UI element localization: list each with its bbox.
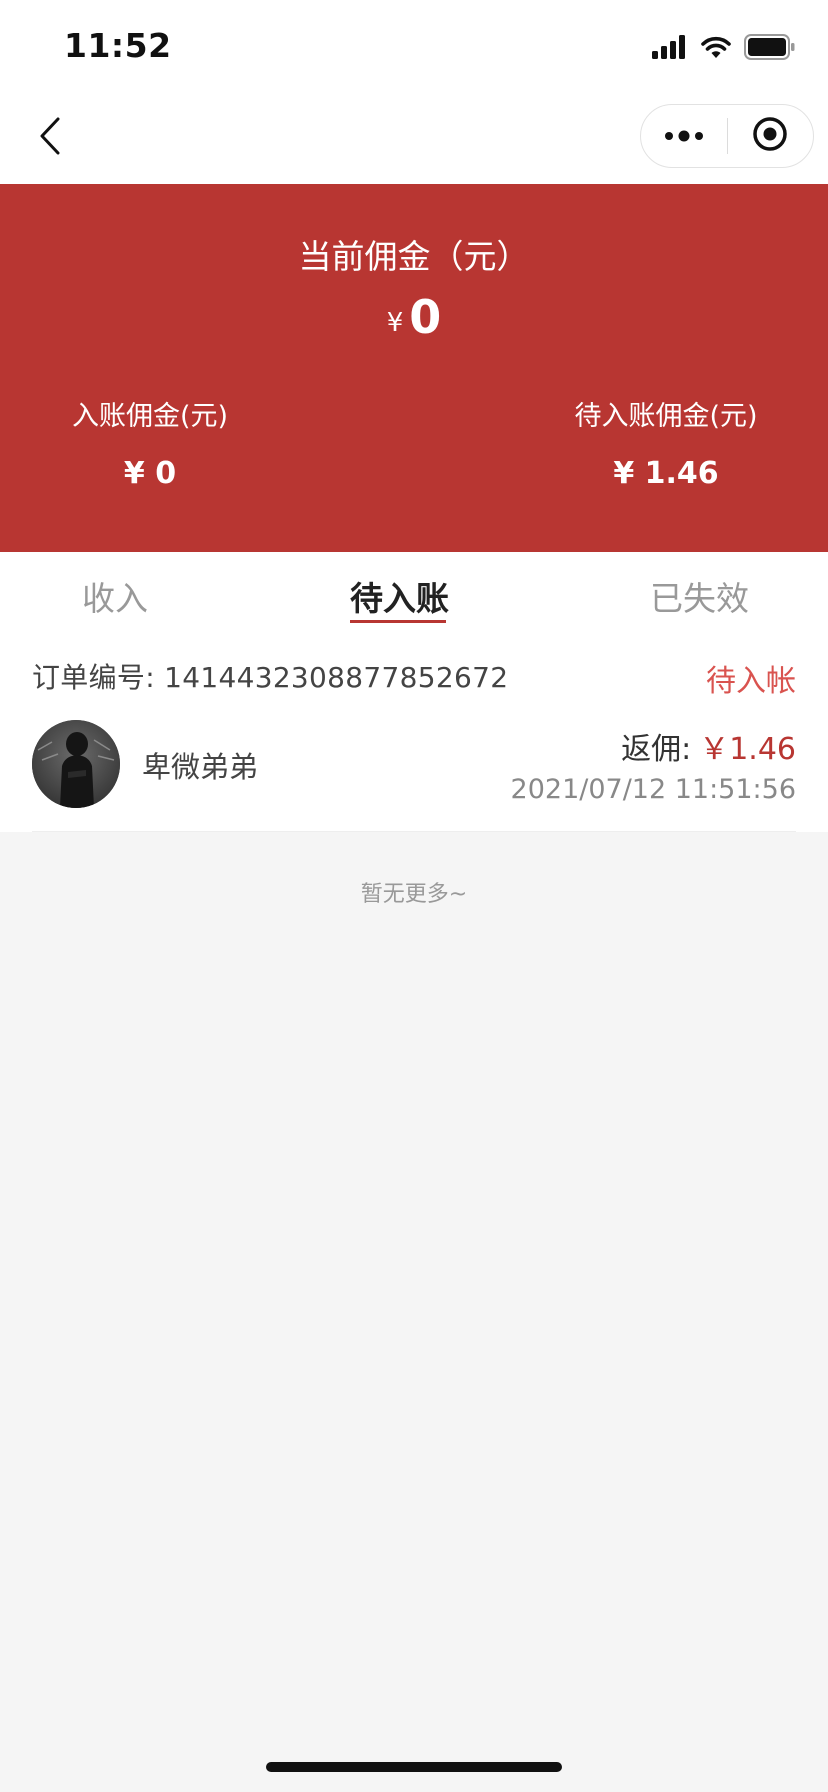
current-commission: ¥0 — [0, 290, 828, 344]
pending-commission-value: ¥ 1.46 — [613, 456, 719, 491]
status-icons — [652, 34, 796, 64]
rebate: 返佣: ￥1.46 — [621, 724, 796, 768]
settled-commission-label: 入账佣金(元) — [71, 401, 229, 432]
settled-commission-value: ¥ 0 — [123, 456, 177, 491]
status-time: 11:52 — [64, 26, 172, 65]
rebate-label: 返佣: — [621, 732, 692, 767]
rebate-amount: ￥1.46 — [699, 732, 796, 767]
commission-summary: 当前佣金（元） ¥0 入账佣金(元) ¥ 0 待入账佣金(元) ¥ 1.46 — [0, 184, 828, 552]
settled-commission: 入账佣金(元) ¥ 0 — [20, 394, 280, 491]
order-status-badge: 待入帐 — [706, 664, 796, 699]
active-tab-indicator — [350, 620, 446, 623]
tab-pending[interactable]: 待入账 — [350, 572, 449, 620]
order-number: 订单编号: 1414432308877852672 — [32, 661, 509, 694]
more-dots-icon — [663, 127, 705, 146]
nav-bar — [0, 92, 828, 184]
tab-income[interactable]: 收入 — [82, 572, 148, 620]
cellular-signal-icon — [652, 35, 688, 63]
home-indicator[interactable] — [266, 1762, 562, 1772]
user-name: 卑微弟弟 — [142, 750, 259, 784]
wifi-icon — [700, 35, 732, 63]
tab-expired[interactable]: 已失效 — [650, 572, 749, 620]
pending-commission-label: 待入账佣金(元) — [574, 401, 758, 432]
divider — [32, 831, 796, 832]
target-circle-icon — [752, 116, 788, 156]
avatar — [32, 720, 120, 808]
pending-commission: 待入账佣金(元) ¥ 1.46 — [536, 394, 796, 491]
status-bar: 11:52 — [0, 0, 828, 92]
current-commission-title: 当前佣金（元） — [298, 237, 530, 276]
more-button[interactable] — [641, 105, 727, 167]
currency-symbol: ¥ — [386, 308, 404, 338]
current-commission-value: 0 — [409, 290, 442, 344]
mini-program-capsule — [640, 104, 814, 168]
order-time: 2021/07/12 11:51:56 — [510, 774, 796, 805]
tab-bar: 收入 待入账 已失效 — [0, 552, 828, 640]
close-button[interactable] — [728, 105, 814, 167]
chevron-left-icon — [38, 116, 62, 160]
back-button[interactable] — [22, 110, 78, 166]
no-more-text: 暂无更多~ — [360, 882, 468, 907]
order-list-item[interactable]: 订单编号: 1414432308877852672 待入帐 卑微弟弟 返佣: ￥1… — [0, 640, 828, 832]
battery-icon — [744, 34, 796, 64]
